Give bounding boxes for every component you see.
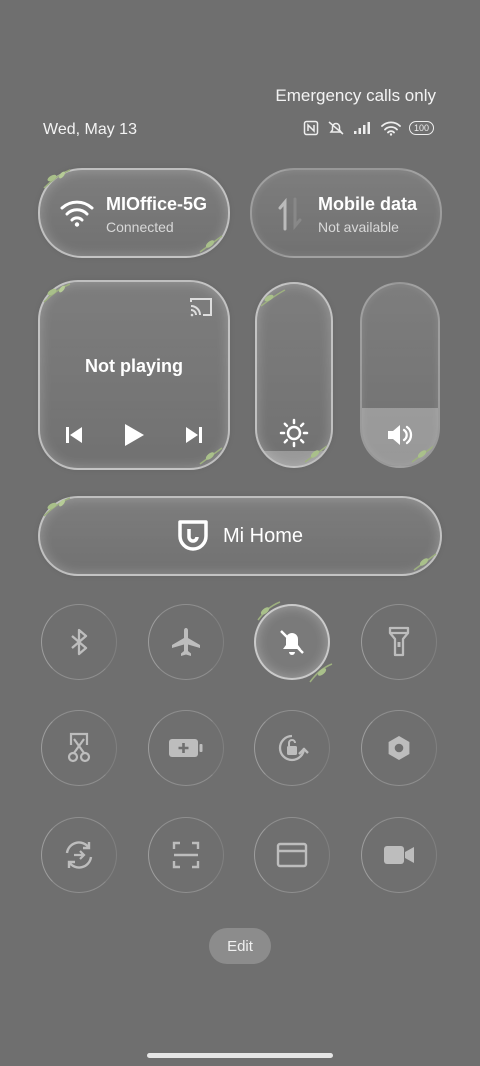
video-toggle[interactable] [361,817,437,893]
wifi-network-name: MIOffice-5G [106,194,208,214]
bluetooth-icon [71,628,88,656]
mobile-data-status: Not available [318,219,399,235]
leaf-decoration [43,283,71,303]
signal-icon [353,122,370,134]
settings-hexagon-icon [388,736,410,760]
nfc-icon [303,120,319,136]
leaf-decoration [43,169,71,189]
scanner-icon [172,841,200,869]
date-label: Wed, May 13 [43,121,137,138]
cast-icon[interactable] [188,296,214,318]
leaf-decoration [260,289,286,307]
mute-toggle[interactable] [254,601,333,683]
card-toggle[interactable] [254,817,330,893]
mi-home-label: Mi Home [222,524,303,547]
rotation-lock-icon [278,734,309,762]
media-title: Not playing [85,356,183,376]
sync-icon [65,841,93,869]
wifi-icon [60,200,94,227]
leaf-decoration [43,497,71,517]
carrier-status: Emergency calls only [275,86,436,105]
mobile-data-title: Mobile data [318,194,418,214]
wifi-status-icon [381,121,401,136]
mute-status-icon [328,121,344,135]
scanner-toggle[interactable] [148,817,224,893]
home-indicator[interactable] [147,1053,333,1058]
brightness-icon [279,418,309,448]
card-icon [276,842,308,868]
wifi-status: Connected [106,219,174,235]
screenshot-scissor-icon [67,732,91,763]
wifi-tile[interactable]: MIOffice-5G Connected [38,168,230,258]
mi-home-tile[interactable]: Mi Home [38,496,442,576]
mi-home-icon [178,520,208,551]
battery-saver-icon [169,739,203,757]
volume-icon [388,425,413,445]
leaf-decoration [309,663,333,683]
screenshot-toggle[interactable] [41,710,117,786]
leaf-decoration [199,447,223,465]
mobile-data-icon [278,197,302,231]
edit-button[interactable]: Edit [209,928,271,964]
leaf-decoration [257,601,281,621]
previous-icon[interactable] [64,425,84,445]
flashlight-toggle[interactable] [361,604,437,680]
status-icons: 100 [303,120,434,136]
rotation-lock-toggle[interactable] [254,710,330,786]
mobile-data-tile[interactable]: Mobile data Not available [250,168,442,258]
battery-saver-toggle[interactable] [148,710,224,786]
volume-slider[interactable] [360,282,440,468]
sync-toggle[interactable] [41,817,117,893]
brightness-slider[interactable] [255,282,333,468]
media-tile[interactable]: Not playing [38,280,230,470]
settings-toggle[interactable] [361,710,437,786]
battery-indicator: 100 [408,121,434,135]
play-icon[interactable] [122,422,146,448]
video-camera-icon [384,846,414,864]
mute-bell-icon [280,630,304,655]
leaf-decoration [199,235,223,253]
airplane-icon [172,628,200,656]
leaf-decoration [413,553,437,571]
bluetooth-toggle[interactable] [41,604,117,680]
next-icon[interactable] [184,425,204,445]
flashlight-icon [388,626,410,657]
airplane-toggle[interactable] [148,604,224,680]
